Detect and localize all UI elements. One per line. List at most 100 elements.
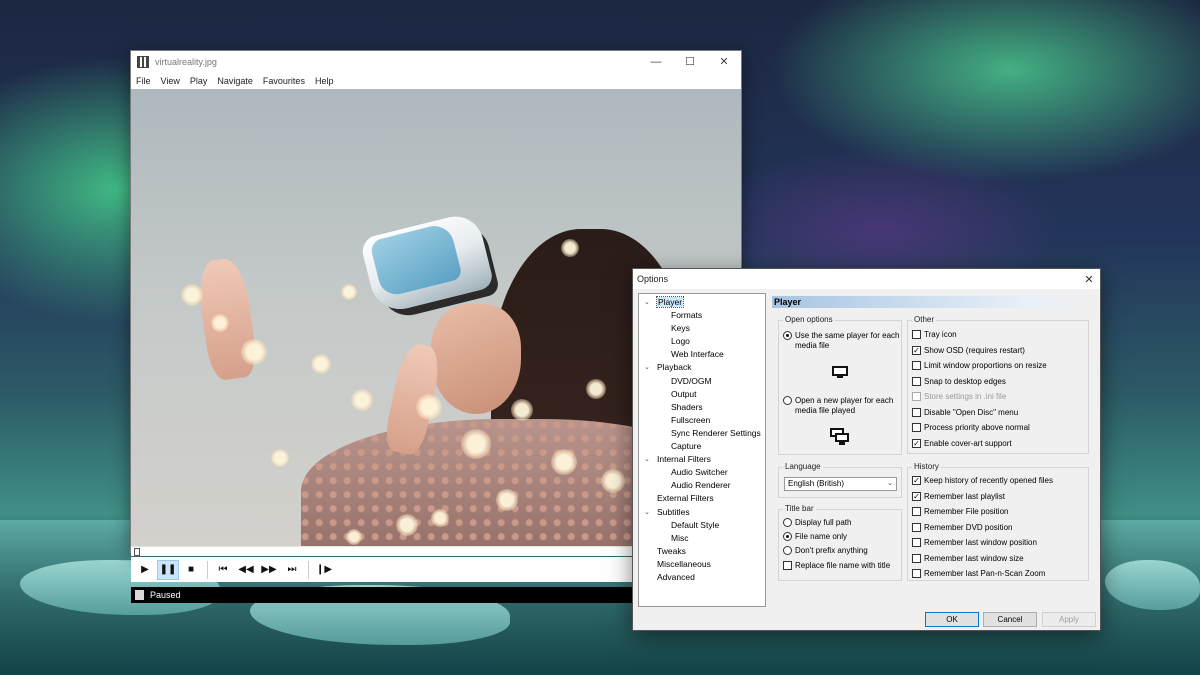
language-select[interactable]: English (British) ⌄ (784, 477, 897, 491)
next-button[interactable]: ⏭ (281, 560, 303, 580)
menu-navigate[interactable]: Navigate (217, 76, 253, 86)
checkbox-box[interactable] (912, 522, 921, 532)
options-close-button[interactable]: ✕ (1078, 273, 1100, 286)
checkbox-box[interactable] (912, 376, 921, 386)
new-player-radio[interactable]: Open a new player for each media file pl… (783, 396, 901, 415)
tree-item-output[interactable]: Output (639, 388, 765, 401)
tree-item-misc[interactable]: Misc (639, 532, 765, 545)
checkbox-label: Remember last window position (924, 538, 1037, 547)
menu-view[interactable]: View (161, 76, 180, 86)
radio-circle[interactable] (783, 546, 792, 555)
dont-prefix-radio[interactable]: Don't prefix anything (783, 546, 868, 556)
checkbox-box[interactable] (912, 423, 921, 432)
play-button[interactable]: ▶ (134, 560, 156, 580)
forward-button[interactable]: ▶▶ (258, 560, 280, 580)
remember-playlist-checkbox[interactable]: ✓ Remember last playlist (912, 491, 1005, 502)
radio-circle[interactable] (783, 532, 792, 541)
rewind-button[interactable]: ◀◀ (235, 560, 257, 580)
tree-item-logo[interactable]: Logo (639, 335, 765, 348)
tree-item-internal-filters[interactable]: ⌄ Internal Filters (639, 453, 765, 466)
checkbox-box[interactable] (912, 330, 921, 339)
checkbox-box[interactable] (912, 538, 921, 547)
tree-item-player[interactable]: ⌄ Player (639, 296, 765, 309)
tree-item-subtitles[interactable]: ⌄ Subtitles (639, 506, 765, 519)
tree-item-audio-renderer[interactable]: Audio Renderer (639, 479, 765, 492)
radio-circle[interactable] (783, 396, 792, 405)
tree-item-web-interface[interactable]: Web Interface (639, 348, 765, 361)
close-button[interactable]: ✕ (707, 51, 741, 72)
chevron-down-icon[interactable]: ⌄ (644, 453, 650, 466)
options-titlebar[interactable]: Options ✕ (633, 269, 1100, 289)
remember-file-position-checkbox[interactable]: Remember File position (912, 507, 1008, 517)
tree-item-audio-switcher[interactable]: Audio Switcher (639, 466, 765, 479)
tree-item-keys[interactable]: Keys (639, 322, 765, 335)
checkbox-box[interactable] (912, 392, 921, 401)
checkbox-box[interactable]: ✓ (912, 345, 921, 355)
checkbox-box[interactable] (912, 569, 921, 578)
cancel-button[interactable]: Cancel (983, 612, 1037, 627)
remember-dvd-position-checkbox[interactable]: Remember DVD position (912, 522, 1012, 533)
tree-item-fullscreen[interactable]: Fullscreen (639, 414, 765, 427)
previous-button[interactable]: ⏮ (212, 560, 234, 580)
checkbox-box[interactable] (912, 361, 921, 370)
minimize-button[interactable]: — (639, 51, 673, 72)
checkbox-label: Remember last Pan-n-Scan Zoom (924, 569, 1046, 578)
tree-item-label: Subtitles (657, 506, 690, 517)
tree-item-tweaks[interactable]: Tweaks (639, 545, 765, 558)
replace-with-title-checkbox[interactable]: Replace file name with title (783, 561, 890, 571)
checkbox-box[interactable]: ✓ (912, 491, 921, 501)
checkbox-box[interactable] (912, 507, 921, 516)
tree-item-sync-renderer-settings[interactable]: Sync Renderer Settings (639, 427, 765, 440)
tree-item-capture[interactable]: Capture (639, 440, 765, 453)
pause-button[interactable]: ❚❚ (157, 559, 179, 580)
apply-button[interactable]: Apply (1042, 612, 1096, 627)
tree-item-playback[interactable]: ⌄ Playback (639, 361, 765, 374)
checkbox-box[interactable] (783, 561, 792, 570)
tree-item-shaders[interactable]: Shaders (639, 401, 765, 414)
checkbox-box[interactable]: ✓ (912, 438, 921, 448)
tree-item-advanced[interactable]: Advanced (639, 571, 765, 584)
keep-history-checkbox[interactable]: ✓ Keep history of recently opened files (912, 476, 1053, 486)
tree-item-formats[interactable]: Formats (639, 309, 765, 322)
chevron-down-icon[interactable]: ⌄ (644, 296, 650, 309)
group-label: Open options (783, 315, 835, 324)
frame-step-button[interactable]: ❙▶ (313, 560, 335, 580)
tree-item-default-style[interactable]: Default Style (639, 519, 765, 532)
menu-file[interactable]: File (136, 76, 151, 86)
checkbox-box[interactable] (912, 407, 921, 417)
player-titlebar[interactable]: virtualreality.jpg — ☐ ✕ (131, 51, 741, 72)
remember-window-position-checkbox[interactable]: Remember last window position (912, 538, 1037, 548)
photo-bokeh-light (346, 529, 362, 545)
tree-item-miscellaneous[interactable]: Miscellaneous (639, 558, 765, 571)
remember-window-size-checkbox[interactable]: Remember last window size (912, 553, 1024, 564)
checkbox-box[interactable] (912, 553, 921, 563)
limit-window-proportions-checkbox[interactable]: Limit window proportions on resize (912, 361, 1047, 371)
store-ini-checkbox[interactable]: Store settings in .ini file (912, 392, 1006, 402)
tree-item-external-filters[interactable]: External Filters (639, 492, 765, 505)
checkbox-box[interactable]: ✓ (912, 476, 921, 485)
radio-circle[interactable] (783, 331, 792, 340)
tree-item-label: Output (671, 388, 697, 399)
title-bar-group: Title bar Display full path File name on… (778, 504, 902, 581)
tree-item-dvd-ogm[interactable]: DVD/OGM (639, 375, 765, 388)
ok-button[interactable]: OK (925, 612, 979, 627)
show-osd-checkbox[interactable]: ✓ Show OSD (requires restart) (912, 345, 1025, 356)
disable-open-disc-checkbox[interactable]: Disable "Open Disc" menu (912, 407, 1018, 418)
menu-play[interactable]: Play (190, 76, 208, 86)
chevron-down-icon[interactable]: ⌄ (644, 506, 650, 519)
snap-to-edges-checkbox[interactable]: Snap to desktop edges (912, 376, 1006, 387)
stop-button[interactable]: ■ (180, 560, 202, 580)
remember-pan-scan-checkbox[interactable]: Remember last Pan-n-Scan Zoom (912, 569, 1045, 579)
chevron-down-icon[interactable]: ⌄ (644, 361, 650, 374)
tray-icon-checkbox[interactable]: Tray icon (912, 330, 957, 340)
display-full-path-radio[interactable]: Display full path (783, 518, 851, 528)
seek-handle[interactable] (134, 548, 140, 556)
process-priority-checkbox[interactable]: Process priority above normal (912, 423, 1030, 433)
same-player-radio[interactable]: Use the same player for each media file (783, 331, 901, 350)
maximize-button[interactable]: ☐ (673, 51, 707, 72)
cover-art-checkbox[interactable]: ✓ Enable cover-art support (912, 438, 1012, 449)
radio-circle[interactable] (783, 518, 792, 527)
file-name-only-radio[interactable]: File name only (783, 532, 847, 542)
menu-favourites[interactable]: Favourites (263, 76, 305, 86)
menu-help[interactable]: Help (315, 76, 334, 86)
